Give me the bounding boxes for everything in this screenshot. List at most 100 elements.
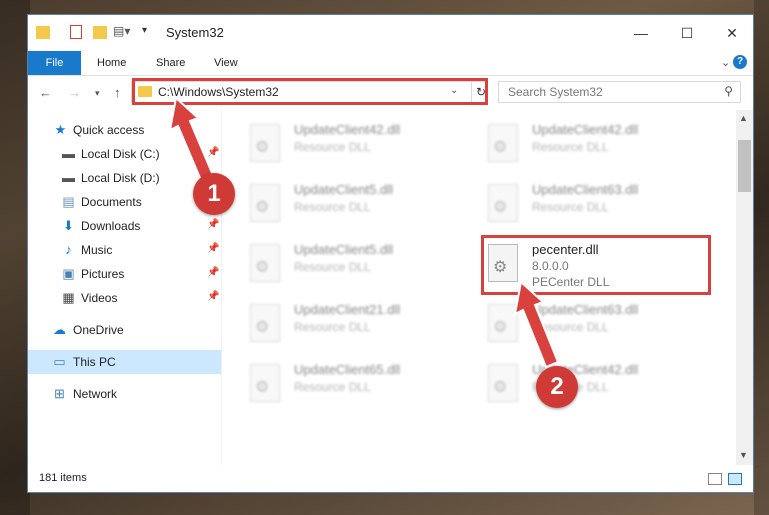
pane-divider	[221, 110, 222, 465]
drive-icon: ▬	[62, 170, 75, 185]
file-item[interactable]: ⚙ UpdateClient42.dll Resource DLL	[482, 118, 712, 170]
sidebar-item-label: OneDrive	[73, 323, 124, 337]
ribbon-expand-icon[interactable]: ⌄	[721, 51, 730, 75]
step-badge-1: 1	[193, 173, 235, 215]
customize-icon[interactable]: ▤▾	[113, 24, 130, 42]
help-icon[interactable]: ?	[733, 55, 747, 69]
new-folder-icon[interactable]	[93, 26, 107, 39]
cloud-icon: ☁	[53, 322, 66, 337]
sidebar-item-videos[interactable]: ▦ Videos 📌	[28, 286, 221, 310]
scroll-thumb[interactable]	[738, 140, 751, 192]
sidebar-item-pictures[interactable]: ▣ Pictures 📌	[28, 262, 221, 286]
search-box[interactable]: Search System32 ⚲	[498, 81, 741, 103]
file-name: UpdateClient63.dll	[532, 302, 639, 317]
dll-file-icon: ⚙	[488, 184, 518, 222]
up-button[interactable]: ↑	[114, 85, 121, 100]
file-name: UpdateClient42.dll	[532, 122, 639, 137]
sidebar-item-downloads[interactable]: ⬇ Downloads 📌	[28, 214, 221, 238]
file-item[interactable]: ⚙ UpdateClient42.dll Resource DLL	[482, 358, 712, 410]
dll-file-icon: ⚙	[488, 124, 518, 162]
file-description: Resource DLL	[294, 200, 371, 214]
search-placeholder[interactable]: Search System32	[508, 85, 603, 99]
tab-file[interactable]: File	[28, 51, 81, 75]
details-view-icon[interactable]	[708, 473, 722, 485]
file-description: Resource DLL	[294, 320, 371, 334]
drive-icon: ▬	[62, 146, 75, 161]
title-bar: ▤▾ ▾ System32 — ☐ ✕	[28, 15, 753, 51]
properties-icon[interactable]	[70, 25, 82, 39]
maximize-button[interactable]: ☐	[664, 15, 710, 51]
file-item[interactable]: ⚙ UpdateClient63.dll Resource DLL	[482, 298, 712, 350]
file-name: UpdateClient5.dll	[294, 182, 394, 197]
scroll-up-icon[interactable]: ▲	[739, 113, 748, 123]
dll-file-icon: ⚙	[488, 304, 518, 342]
tab-share[interactable]: Share	[156, 51, 185, 75]
file-description: Resource DLL	[294, 380, 371, 394]
sidebar-item-quick-access[interactable]: ★ Quick access	[28, 118, 221, 142]
computer-icon: ▭	[53, 354, 66, 369]
sidebar-item-network[interactable]: ⊞ Network	[28, 382, 221, 406]
file-highlight	[481, 235, 711, 295]
tab-view[interactable]: View	[214, 51, 238, 75]
file-name: UpdateClient42.dll	[294, 122, 401, 137]
file-name: UpdateClient63.dll	[532, 182, 639, 197]
sidebar-item-label: This PC	[73, 355, 116, 369]
file-item[interactable]: ⚙ UpdateClient5.dll Resource DLL	[244, 238, 474, 290]
item-count: 181 items	[39, 472, 87, 484]
sidebar-item-onedrive[interactable]: ☁ OneDrive	[28, 318, 221, 342]
file-item[interactable]: ⚙ UpdateClient5.dll Resource DLL	[244, 178, 474, 230]
step-badge-2: 2	[536, 366, 578, 408]
close-button[interactable]: ✕	[709, 15, 755, 51]
file-item[interactable]: ⚙ UpdateClient21.dll Resource DLL	[244, 298, 474, 350]
dll-file-icon: ⚙	[250, 244, 280, 282]
navigation-pane: ★ Quick access ▬ Local Disk (C:) 📌 ▬ Loc…	[28, 115, 221, 455]
file-item[interactable]: ⚙ UpdateClient42.dll Resource DLL	[244, 118, 474, 170]
file-description: Resource DLL	[532, 200, 609, 214]
forward-button[interactable]: →	[68, 85, 81, 100]
sidebar-item-local-disk-d[interactable]: ▬ Local Disk (D:)	[28, 166, 221, 190]
ribbon-tabs: File Home Share View ⌄ ?	[28, 51, 753, 76]
file-name: UpdateClient5.dll	[294, 242, 394, 257]
pin-icon[interactable]: 📌	[207, 267, 219, 278]
sidebar-item-label: Documents	[81, 195, 142, 209]
folder-icon	[36, 26, 50, 39]
search-icon[interactable]: ⚲	[724, 84, 733, 98]
status-bar: 181 items	[28, 467, 753, 492]
file-item[interactable]: ⚙ UpdateClient63.dll Resource DLL	[482, 178, 712, 230]
sidebar-item-label: Videos	[81, 291, 118, 305]
sidebar-item-label: Local Disk (D:)	[81, 171, 160, 185]
sidebar-item-music[interactable]: ♪ Music 📌	[28, 238, 221, 262]
scroll-down-icon[interactable]: ▼	[739, 450, 748, 460]
file-item[interactable]: ⚙ UpdateClient65.dll Resource DLL	[244, 358, 474, 410]
sidebar-item-this-pc[interactable]: ▭ This PC	[28, 350, 221, 374]
file-description: Resource DLL	[532, 320, 609, 334]
sidebar-item-label: Local Disk (C:)	[81, 147, 160, 161]
file-name: UpdateClient21.dll	[294, 302, 401, 317]
back-button[interactable]: ←	[39, 85, 52, 100]
documents-icon: ▤	[62, 194, 75, 209]
tab-home[interactable]: Home	[97, 51, 126, 75]
file-description: Resource DLL	[294, 140, 371, 154]
network-icon: ⊞	[54, 386, 65, 401]
file-name: UpdateClient65.dll	[294, 362, 401, 377]
sidebar-item-label: Pictures	[81, 267, 125, 281]
qat-dropdown-icon[interactable]: ▾	[142, 25, 147, 43]
pin-icon[interactable]: 📌	[207, 219, 219, 230]
videos-icon: ▦	[62, 290, 75, 305]
tiles-view-icon[interactable]	[728, 473, 742, 485]
sidebar-item-label: Music	[81, 243, 113, 257]
vertical-scrollbar[interactable]: ▲ ▼	[736, 110, 753, 465]
pictures-icon: ▣	[62, 266, 75, 281]
window-title: System32	[166, 25, 224, 40]
pin-icon[interactable]: 📌	[207, 147, 219, 158]
music-icon: ♪	[65, 242, 72, 257]
minimize-button[interactable]: —	[618, 15, 664, 51]
recent-dropdown-icon[interactable]: ▾	[95, 88, 100, 99]
dll-file-icon: ⚙	[488, 364, 518, 402]
pin-icon[interactable]: 📌	[207, 243, 219, 254]
sidebar-item-local-disk-c[interactable]: ▬ Local Disk (C:) 📌	[28, 142, 221, 166]
sidebar-item-label: Network	[73, 387, 118, 401]
dll-file-icon: ⚙	[250, 184, 280, 222]
dll-file-icon: ⚙	[250, 364, 280, 402]
pin-icon[interactable]: 📌	[207, 291, 219, 302]
